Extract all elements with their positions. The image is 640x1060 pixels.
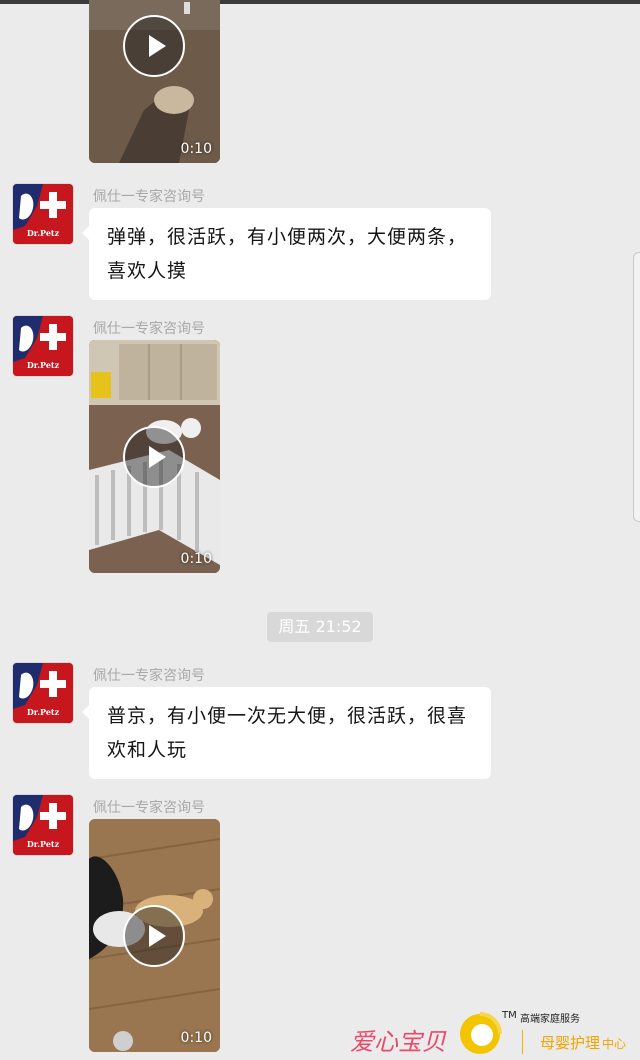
- avatar[interactable]: Dr.Petz: [13, 316, 73, 376]
- time-separator: 周五 21:52: [267, 612, 373, 642]
- avatar-label: Dr.Petz: [26, 707, 60, 717]
- play-icon[interactable]: [123, 15, 185, 77]
- sender-name: 佩仕一专家咨询号: [93, 668, 205, 684]
- watermark-service: 高端家庭服务: [520, 1014, 580, 1025]
- play-icon[interactable]: [123, 905, 185, 967]
- text-message-bubble[interactable]: 弹弹，很活跃，有小便两次，大便两条， 喜欢人摸: [82, 208, 491, 300]
- video-duration: 0:10: [180, 551, 212, 567]
- message-line: 喜欢人摸: [107, 260, 188, 282]
- sender-name: 佩仕一专家咨询号: [93, 189, 205, 205]
- message-line: 欢和人玩: [107, 739, 188, 761]
- sender-name: 佩仕一专家咨询号: [93, 800, 205, 816]
- message-line: 弹弹，很活跃，有小便两次，大便两条，: [107, 226, 468, 248]
- video-message[interactable]: 0:10: [89, 0, 220, 163]
- video-duration: 0:10: [180, 1030, 212, 1046]
- video-message[interactable]: 0:10: [89, 819, 220, 1052]
- sun-logo-icon: [460, 1012, 502, 1054]
- watermark-center-suffix: 中心: [602, 1037, 627, 1051]
- message-line: 普京，有小便一次无大便，很活跃，很喜: [107, 705, 468, 727]
- avatar-label: Dr.Petz: [26, 360, 60, 370]
- sender-name: 佩仕一专家咨询号: [93, 321, 205, 337]
- scroll-indicator[interactable]: [633, 252, 640, 522]
- avatar[interactable]: Dr.Petz: [13, 795, 73, 855]
- avatar-label: Dr.Petz: [26, 839, 60, 849]
- watermark-brand: 爱心宝贝: [350, 1028, 446, 1056]
- avatar[interactable]: Dr.Petz: [13, 184, 73, 244]
- play-icon[interactable]: [123, 426, 185, 488]
- brand-watermark: 爱心宝贝 TM 高端家庭服务 母婴护理 中心: [350, 1008, 640, 1060]
- watermark-divider: [522, 1030, 523, 1054]
- avatar[interactable]: Dr.Petz: [13, 663, 73, 723]
- watermark-center-main: 母婴护理: [540, 1034, 601, 1052]
- video-duration: 0:10: [180, 141, 212, 157]
- text-message-bubble[interactable]: 普京，有小便一次无大便，很活跃，很喜 欢和人玩: [82, 687, 491, 779]
- watermark-tm: TM: [502, 1010, 517, 1021]
- avatar-label: Dr.Petz: [26, 228, 60, 238]
- video-message[interactable]: 0:10: [89, 340, 220, 573]
